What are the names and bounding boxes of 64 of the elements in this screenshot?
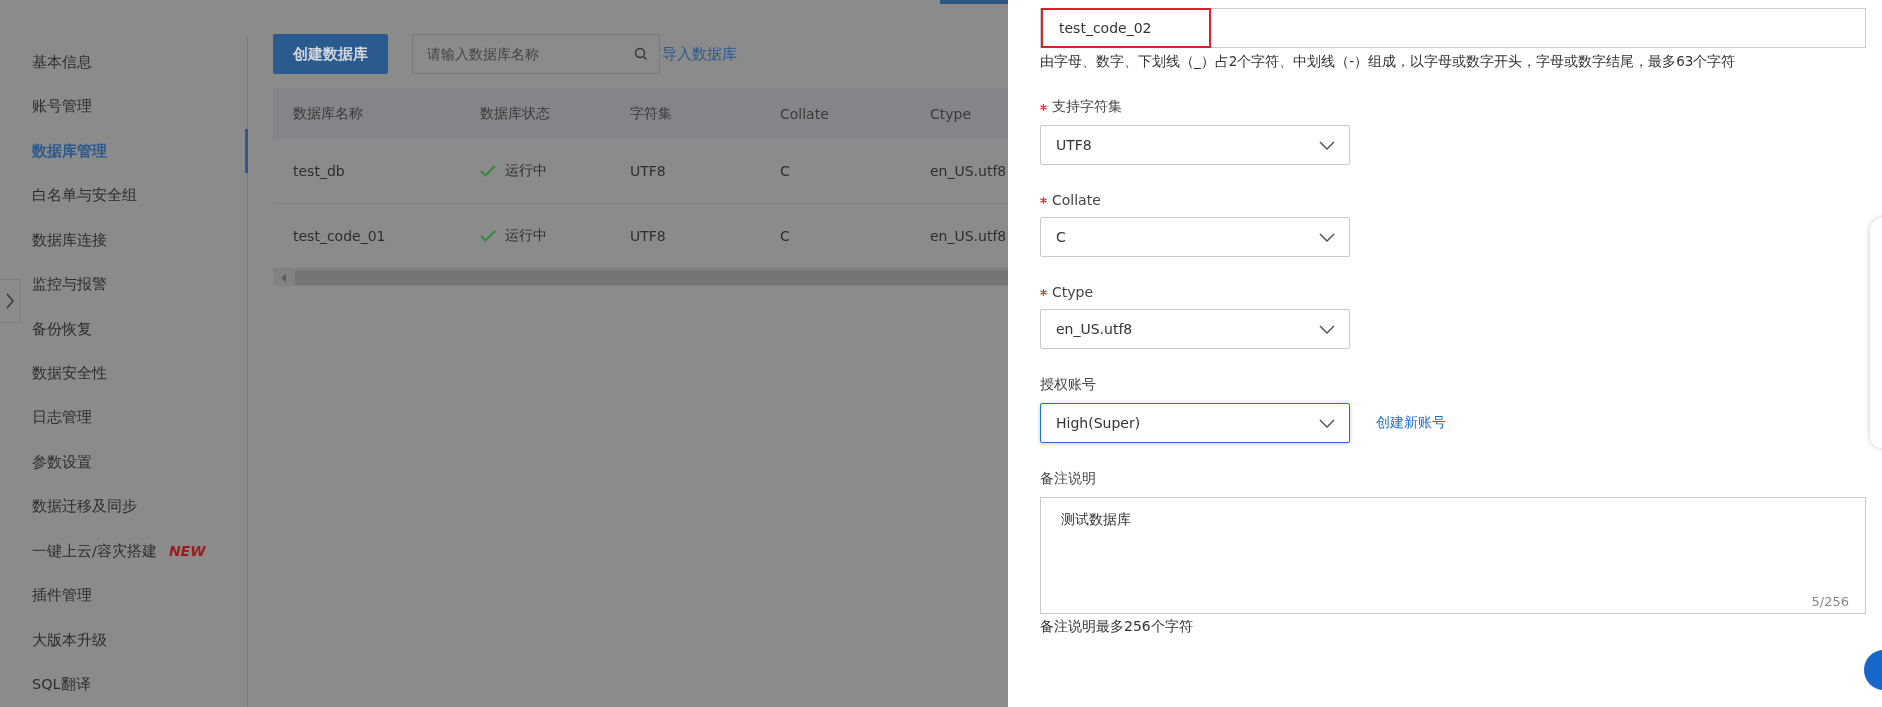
check-icon — [480, 230, 496, 242]
table-cell: C — [780, 228, 790, 244]
table-cell: test_code_01 — [293, 228, 386, 244]
new-label: NEW — [168, 543, 206, 560]
table-cell: 运行中 — [505, 162, 547, 180]
database-name-field[interactable]: test_code_02 — [1040, 8, 1866, 48]
field-label: Ctype — [1040, 284, 1866, 300]
remark-hint: 备注说明最多256个字符 — [1040, 618, 1194, 636]
scroll-left-arrow-icon — [281, 273, 287, 282]
sidebar-item[interactable]: 数据库连接 — [0, 217, 248, 263]
name-hint: 由字母、数字、下划线（_）占2个字符、中划线（-）组成，以字母或数字开头，字母或数字结尾，最多63个字符 — [1040, 53, 1737, 71]
sidebar-item[interactable]: 大版本升级 — [0, 618, 248, 663]
character-counter: 5/256 — [1811, 594, 1849, 609]
table-cell: test_db — [293, 163, 345, 179]
chevron-down-icon — [1319, 324, 1335, 334]
create-database-button[interactable]: 创建数据库 — [273, 34, 388, 74]
field-label: 备注说明 — [1040, 470, 1097, 488]
sidebar-item[interactable]: 一键上云/容灾搭建 NEW — [0, 529, 248, 574]
column-header: 字符集 — [630, 104, 673, 123]
create-account-link[interactable]: 创建新账号 — [1376, 414, 1446, 432]
field-label: Collate — [1040, 192, 1866, 208]
dropdown-select[interactable]: en_US.utf8 — [1040, 309, 1350, 349]
chevron-down-icon — [1319, 140, 1335, 150]
remark-textarea[interactable]: 测试数据库 5/256 — [1040, 497, 1866, 614]
chevron-down-icon — [1319, 232, 1335, 242]
sidebar-item[interactable]: 备份恢复 — [0, 306, 248, 352]
column-header: Ctype — [930, 105, 973, 122]
top-button-edge — [940, 0, 1008, 4]
sidebar-item[interactable]: 监控与报警 — [0, 262, 248, 307]
sidebar-item[interactable]: 日志管理 — [0, 395, 248, 441]
import-database-link[interactable]: 导入数据库 — [662, 44, 737, 64]
database-name-value: test_code_02 — [1041, 8, 1212, 48]
search-icon — [634, 47, 648, 61]
sidebar-item[interactable]: 数据安全性 — [0, 351, 248, 396]
dropdown-select[interactable]: C — [1040, 217, 1350, 257]
required-asterisk-icon — [1040, 103, 1047, 111]
table-cell: en_US.utf8 — [930, 163, 1007, 179]
dropdown-select[interactable]: High(Super) — [1040, 403, 1350, 443]
table-cell: UTF8 — [630, 163, 666, 179]
sidebar-item[interactable]: 基本信息 — [0, 40, 248, 85]
search-field[interactable]: 请输入数据库名称 — [412, 34, 660, 74]
sidebar-item[interactable]: 账号管理 — [0, 84, 248, 129]
sidebar-item[interactable]: 数据迁移及同步 — [0, 484, 248, 530]
field-label: 授权账号 — [1040, 376, 1097, 394]
table-cell: C — [780, 163, 790, 179]
sidebar-item[interactable]: 参数设置 — [0, 440, 248, 485]
column-header: 数据库状态 — [480, 104, 551, 123]
field-label: 支持字符集 — [1040, 98, 1866, 116]
required-asterisk-icon — [1040, 196, 1047, 204]
column-header: Collate — [780, 105, 830, 122]
column-header: 数据库名称 — [293, 104, 364, 123]
required-asterisk-icon — [1040, 288, 1047, 296]
expand-handle[interactable] — [0, 279, 20, 323]
sidebar-item[interactable]: SQL翻译 — [0, 662, 248, 707]
chevron-right-icon — [4, 292, 15, 310]
sidebar-item[interactable]: 插件管理 — [0, 573, 248, 619]
table-cell: UTF8 — [630, 228, 666, 244]
table-cell: 运行中 — [505, 227, 547, 245]
check-icon — [480, 165, 496, 177]
dropdown-select[interactable]: UTF8 — [1040, 125, 1350, 165]
chevron-down-icon — [1319, 418, 1335, 428]
table-cell: en_US.utf8 — [930, 228, 1007, 244]
sidebar-item[interactable]: 白名单与安全组 — [0, 173, 248, 218]
sidebar-item[interactable]: 数据库管理 — [0, 128, 248, 174]
